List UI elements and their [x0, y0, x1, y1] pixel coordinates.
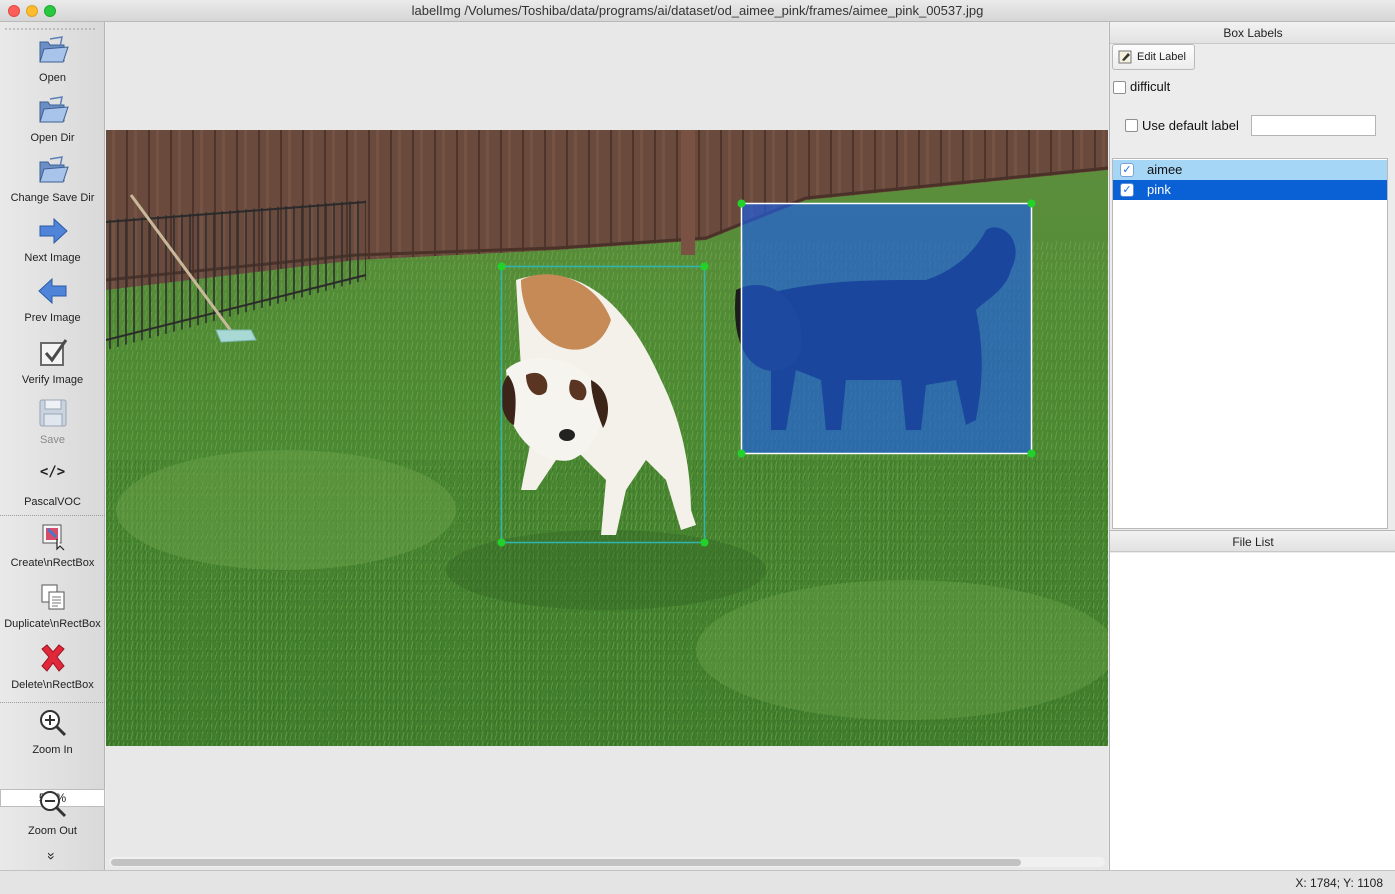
toolbar-extension-chevron-icon[interactable]: »: [44, 849, 60, 863]
box-labels-title: Box Labels: [1110, 22, 1395, 44]
zoom-out-icon: [39, 791, 66, 818]
minimize-window-button[interactable]: [26, 5, 38, 17]
toolbar-grip[interactable]: [4, 28, 96, 30]
bbox-handle[interactable]: [1027, 449, 1036, 458]
delete-rectbox-button[interactable]: Delete\nRectBox: [0, 641, 105, 691]
window-title-bar: labelImg /Volumes/Toshiba/data/programs/…: [0, 0, 1395, 22]
zoom-out-button[interactable]: Zoom Out: [0, 787, 105, 837]
file-list[interactable]: [1110, 553, 1395, 870]
delete-rectbox-label: Delete\nRectBox: [11, 679, 94, 691]
label-list-item-pink[interactable]: ✓ pink: [1113, 180, 1387, 200]
label-list-item-text: pink: [1147, 182, 1171, 197]
zoom-out-label: Zoom Out: [28, 825, 77, 837]
edit-pencil-icon: [1118, 50, 1132, 64]
maximize-window-button[interactable]: [44, 5, 56, 17]
toolbar-separator: [0, 515, 105, 516]
bbox-handle[interactable]: [737, 199, 746, 208]
edit-label-text: Edit Label: [1137, 51, 1186, 63]
default-label-input[interactable]: [1251, 115, 1376, 136]
bbox-handle[interactable]: [497, 262, 506, 271]
label-list-item-aimee[interactable]: ✓ aimee: [1113, 160, 1387, 180]
use-default-label-label: Use default label: [1142, 118, 1239, 133]
file-list-title: File List: [1110, 530, 1395, 552]
label-list-item-text: aimee: [1147, 162, 1183, 177]
change-save-dir-label: Change Save Dir: [10, 192, 95, 204]
copy-icon: [41, 584, 64, 610]
bbox-pink[interactable]: [737, 199, 1036, 458]
cursor-coordinates: X: 1784; Y: 1108: [1295, 876, 1383, 890]
horizontal-scrollbar-thumb[interactable]: [111, 859, 1021, 866]
create-box-icon: [42, 524, 64, 551]
folder-open-icon: [38, 156, 69, 183]
code-tag-icon: </>: [39, 464, 66, 480]
label-visible-checkbox[interactable]: ✓: [1120, 183, 1134, 197]
verify-image-label: Verify Image: [21, 374, 84, 386]
horizontal-scrollbar[interactable]: [109, 857, 1105, 867]
create-rectbox-button[interactable]: Create\nRectBox: [0, 519, 105, 569]
image-canvas-area[interactable]: [106, 22, 1108, 870]
edit-label-button[interactable]: Edit Label: [1112, 44, 1195, 70]
image-canvas[interactable]: [106, 130, 1108, 746]
folder-open-icon: [38, 36, 69, 63]
arrow-left-icon: [37, 277, 66, 305]
next-image-label: Next Image: [24, 252, 81, 264]
save-button[interactable]: Save: [0, 396, 105, 446]
box-label-list[interactable]: ✓ aimee ✓ pink: [1112, 158, 1388, 529]
next-image-button[interactable]: Next Image: [0, 214, 105, 264]
open-dir-label: Open Dir: [30, 132, 75, 144]
checkbox-checked-icon: [39, 339, 67, 366]
verify-image-button[interactable]: Verify Image: [0, 336, 105, 386]
label-visible-checkbox[interactable]: ✓: [1120, 163, 1134, 177]
delete-x-icon: [40, 644, 65, 672]
difficult-checkbox[interactable]: [1113, 81, 1126, 94]
difficult-label: difficult: [1130, 79, 1171, 94]
window-title: labelImg /Volumes/Toshiba/data/programs/…: [411, 3, 984, 18]
bbox-handle[interactable]: [1027, 199, 1036, 208]
open-button[interactable]: Open: [0, 34, 105, 84]
bbox-handle[interactable]: [497, 538, 506, 547]
bbox-handle[interactable]: [700, 538, 709, 547]
open-dir-button[interactable]: Open Dir: [0, 94, 105, 144]
format-label: PascalVOC: [24, 496, 81, 508]
zoom-in-icon: [39, 710, 66, 737]
bbox-handle[interactable]: [737, 449, 746, 458]
use-default-label-checkbox[interactable]: [1125, 119, 1138, 132]
toolbar-separator: [0, 702, 105, 703]
save-label: Save: [39, 434, 66, 446]
prev-image-label: Prev Image: [24, 312, 81, 324]
open-label: Open: [39, 72, 66, 84]
zoom-in-label: Zoom In: [32, 744, 73, 756]
create-rectbox-label: Create\nRectBox: [10, 557, 95, 569]
duplicate-rectbox-label: Duplicate\nRectBox: [4, 618, 101, 630]
folder-open-icon: [38, 96, 69, 123]
zoom-in-button[interactable]: Zoom In: [0, 706, 105, 756]
arrow-right-icon: [39, 217, 68, 245]
right-dock: Box Labels Edit Label difficult Use defa…: [1109, 22, 1395, 870]
close-window-button[interactable]: [8, 5, 20, 17]
duplicate-rectbox-button[interactable]: Duplicate\nRectBox: [0, 580, 105, 630]
backyard-dogs-photo: [106, 130, 1108, 746]
tool-bar: Open Open Dir Change Save Dir Next Image…: [0, 22, 105, 870]
format-pascalvoc-button[interactable]: </> PascalVOC: [0, 458, 105, 508]
floppy-disk-icon: [39, 399, 66, 427]
prev-image-button[interactable]: Prev Image: [0, 274, 105, 324]
change-save-dir-button[interactable]: Change Save Dir: [0, 154, 105, 204]
bbox-handle[interactable]: [700, 262, 709, 271]
status-bar: X: 1784; Y: 1108: [0, 870, 1395, 894]
